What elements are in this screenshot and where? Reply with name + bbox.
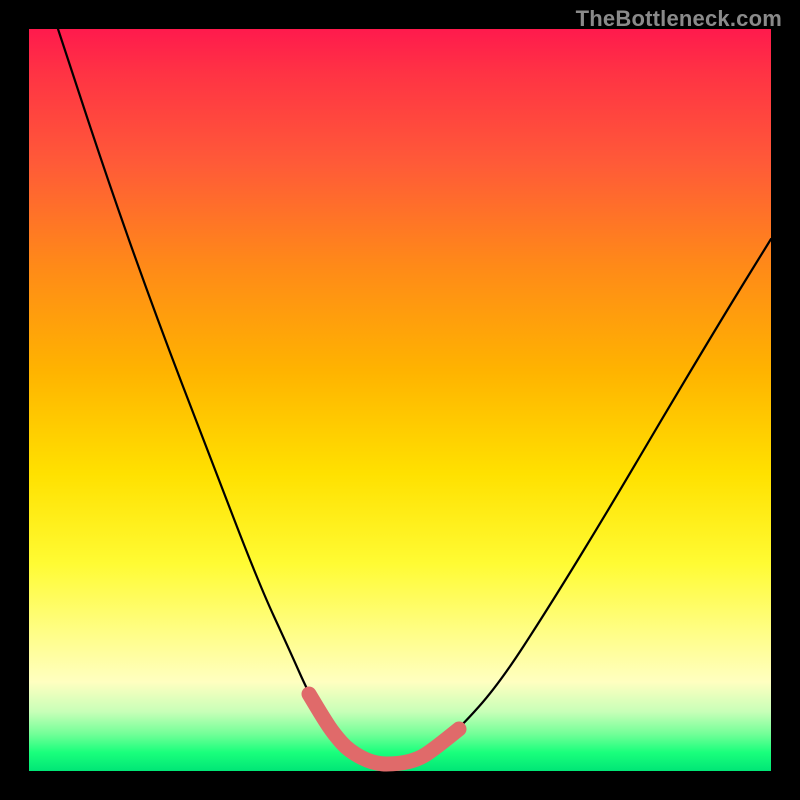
chart-frame: TheBottleneck.com	[0, 0, 800, 800]
curve-layer	[29, 29, 771, 771]
highlight-curve-path	[309, 694, 459, 764]
plot-area	[29, 29, 771, 771]
main-curve-path	[58, 29, 771, 764]
